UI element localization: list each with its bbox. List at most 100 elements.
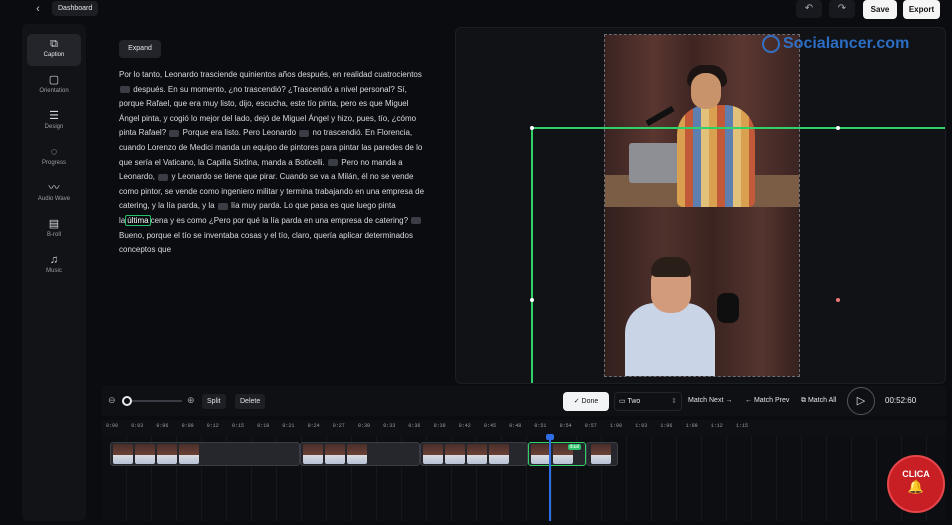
check-icon: ✓: [573, 398, 582, 405]
socialancer-logo-icon: [762, 35, 780, 53]
ruler-tick-label: 1:09: [685, 423, 698, 429]
ruler-tick-label: 0:03: [131, 423, 144, 429]
save-button[interactable]: Save: [863, 0, 897, 19]
sidebar-item-b-roll[interactable]: ▤ B-roll: [27, 214, 81, 246]
export-button[interactable]: Export: [903, 0, 940, 19]
chevron-updown-icon: ⇕: [671, 398, 677, 405]
silence-gap[interactable]: [158, 173, 169, 181]
sidebar-item-music[interactable]: ♫ Music: [27, 250, 81, 282]
resize-handle[interactable]: [530, 126, 534, 130]
speaker-2: [625, 303, 715, 376]
top-bar: ‹ Dashboard ↶ ↷ Save Export: [0, 0, 952, 22]
match-prev-button[interactable]: ← Match Prev: [745, 397, 789, 404]
done-button[interactable]: ✓ Done: [563, 392, 609, 411]
ruler-tick-label: 1:12: [710, 423, 723, 429]
video-clip[interactable]: [586, 442, 618, 466]
clip-thumbnail: [325, 444, 345, 464]
expand-button[interactable]: Expand: [119, 40, 161, 58]
silence-gap[interactable]: [169, 129, 180, 137]
music-icon: ♫: [49, 254, 59, 266]
delete-button[interactable]: Delete: [235, 394, 266, 409]
sidebar-item-label: Design: [44, 124, 64, 130]
ruler-tick-label: 0:15: [232, 423, 245, 429]
sidebar-item-audio-wave[interactable]: 〰 Audio Wave: [27, 178, 81, 210]
playhead[interactable]: [549, 436, 551, 521]
redo-button[interactable]: ↷: [829, 0, 855, 18]
clip-thumbnail: [113, 444, 133, 464]
resize-handle[interactable]: [530, 298, 534, 302]
ruler-tick-label: 0:12: [206, 423, 219, 429]
sidebar-item-label: Caption: [43, 52, 65, 58]
ruler-tick-label: 0:33: [383, 423, 396, 429]
match-all-label: Match All: [807, 397, 837, 404]
transcript-segment[interactable]: Porque era listo. Pero Leonardo: [183, 128, 296, 137]
ruler-tick-label: 1:15: [736, 423, 749, 429]
chevron-left-icon: ‹: [36, 3, 40, 15]
sidebar-item-design[interactable]: ☰ Design: [27, 106, 81, 138]
clica-label: CLICA: [902, 469, 930, 479]
ruler-tick-label: 0:30: [358, 423, 371, 429]
ruler-tick-label: 0:24: [307, 423, 320, 429]
sidebar-item-progress[interactable]: ◌ Progress: [27, 142, 81, 174]
resize-handle[interactable]: [836, 298, 840, 302]
laptop: [629, 143, 679, 183]
silence-gap[interactable]: [411, 217, 422, 225]
resize-handle[interactable]: [836, 126, 840, 130]
ruler-tick-label: 0:36: [408, 423, 421, 429]
ruler-tick-label: 0:09: [181, 423, 194, 429]
timeline-track[interactable]: dual: [102, 436, 946, 521]
transcript-segment[interactable]: cena y es como ¿Pero por qué la lía pard…: [151, 216, 409, 225]
crop-guide-horizontal[interactable]: [531, 127, 945, 129]
sliders-icon: ☰: [49, 110, 59, 122]
sidebar-item-label: Music: [46, 268, 62, 274]
clip-thumbnail: [591, 444, 611, 464]
dashboard-breadcrumb[interactable]: Dashboard: [52, 1, 99, 16]
clip-thumbnail: [489, 444, 509, 464]
transcript-text[interactable]: Por lo tanto, Leonardo trasciende quinie…: [119, 68, 429, 258]
timeline-ruler[interactable]: 0:00 0:03 0:06 0:09 0:12 0:15 0:18 0:21 0:24 0:27…: [102, 420, 946, 436]
ruler-tick-label: 0:00: [106, 423, 119, 429]
ruler-tick-label: 0:57: [584, 423, 597, 429]
selected-video-clip[interactable]: dual: [528, 442, 586, 466]
split-button[interactable]: Split: [202, 394, 226, 409]
zoom-in-icon[interactable]: ⊕: [187, 395, 195, 406]
video-frame[interactable]: [604, 34, 800, 377]
sidebar-item-label: Progress: [41, 160, 66, 166]
undo-button[interactable]: ↶: [796, 0, 822, 18]
sidebar-item-orientation[interactable]: ▢ Orientation: [27, 70, 81, 102]
zoom-slider[interactable]: [128, 400, 182, 402]
silence-gap[interactable]: [120, 85, 130, 93]
match-next-button[interactable]: Match Next →: [688, 397, 732, 404]
crop-guide-vertical[interactable]: [531, 127, 533, 383]
layout-select[interactable]: ▭ Two ⇕: [614, 392, 682, 411]
video-clip[interactable]: [420, 442, 528, 466]
left-sidebar: ⧉ Caption ▢ Orientation ☰ Design ◌ Progr…: [22, 24, 86, 521]
clica-subscribe-badge[interactable]: CLICA 🔔: [887, 455, 945, 513]
silence-gap[interactable]: [217, 202, 228, 210]
transcript-segment[interactable]: Bueno, porque el tío se inventaba cosas …: [119, 231, 413, 255]
zoom-slider-knob[interactable]: [122, 396, 132, 406]
ruler-tick-label: 0:54: [559, 423, 572, 429]
done-label: Done: [581, 398, 599, 405]
sidebar-item-label: Audio Wave: [37, 196, 71, 202]
silence-gap[interactable]: [299, 129, 310, 137]
match-all-button[interactable]: ⧉ Match All: [801, 397, 836, 405]
play-button[interactable]: ▷: [847, 387, 875, 415]
video-clip[interactable]: [300, 442, 420, 466]
clip-thumbnail: [423, 444, 443, 464]
current-word-highlight[interactable]: última: [125, 214, 151, 226]
clip-thumbnail: [467, 444, 487, 464]
timecode: 00:52:60: [885, 396, 917, 405]
video-clip[interactable]: [110, 442, 300, 466]
zoom-out-icon[interactable]: ⊖: [108, 395, 116, 406]
speaker-2-hair: [651, 257, 691, 277]
transcript-segment[interactable]: Por lo tanto, Leonardo trasciende quinie…: [119, 70, 422, 79]
sidebar-item-label: Orientation: [39, 88, 69, 94]
silence-gap[interactable]: [327, 158, 338, 166]
clip-thumbnail: [157, 444, 177, 464]
layout-select-value: Two: [627, 398, 641, 405]
sidebar-item-caption[interactable]: ⧉ Caption: [27, 34, 81, 66]
ruler-tick-label: 0:48: [509, 423, 522, 429]
back-button[interactable]: ‹: [30, 2, 46, 16]
ruler-tick-label: 0:51: [534, 423, 547, 429]
